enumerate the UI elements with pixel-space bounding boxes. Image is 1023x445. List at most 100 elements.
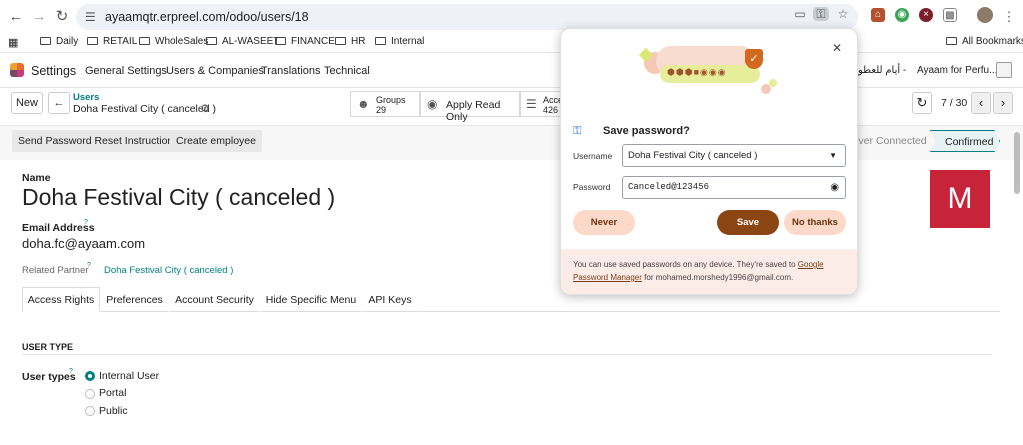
eye-hidden-icon[interactable]: ◉ xyxy=(830,177,839,198)
bookmark-folder[interactable]: FINANCE xyxy=(275,36,335,47)
save-button[interactable]: Save xyxy=(717,210,779,235)
folder-icon xyxy=(335,37,346,45)
forward-icon[interactable]: → xyxy=(29,7,49,27)
users-icon: ☻ xyxy=(357,97,370,111)
avatar[interactable]: M xyxy=(930,170,990,228)
related-partner-label: Related Partner xyxy=(22,265,89,276)
apps-grid-icon[interactable]: ▦ xyxy=(8,36,18,49)
user-types-help-icon[interactable]: ? xyxy=(69,368,73,375)
folder-icon xyxy=(87,37,98,45)
gear-icon[interactable]: ⚙ xyxy=(200,102,210,115)
refresh-button[interactable]: ↻ xyxy=(912,92,932,114)
shield-check-icon: ✓ xyxy=(745,49,763,69)
popup-illustration: ⬢⬢⬢■◉◉◉ ✓ xyxy=(561,29,857,109)
more-menu-icon[interactable]: ⋮ xyxy=(999,7,1019,27)
bookmark-folder[interactable]: HR xyxy=(335,36,365,47)
nav-technical[interactable]: Technical xyxy=(324,65,370,77)
tab-access-rights[interactable]: Access Rights xyxy=(22,287,100,312)
email-field[interactable]: doha.fc@ayaam.com xyxy=(22,236,145,251)
prev-record-button[interactable]: ‹ xyxy=(971,92,991,114)
popup-title: Save password? xyxy=(603,125,690,137)
password-field[interactable]: Canceled@123456 ◉ xyxy=(622,176,846,199)
tab-hide-specific-menu[interactable]: Hide Specific Menu xyxy=(260,287,362,312)
profile-avatar-icon[interactable] xyxy=(977,7,993,23)
status-confirmed[interactable]: Confirmed xyxy=(930,130,1000,152)
bookmark-folder[interactable]: Internal xyxy=(375,36,424,47)
back-arrow-button[interactable]: ← xyxy=(48,92,70,114)
odoo-main-navbar: Settings General Settings Users & Compan… xyxy=(0,54,1023,88)
extension-icon[interactable]: ⌂ xyxy=(871,8,885,22)
username-label: Username xyxy=(573,151,613,161)
reload-icon[interactable]: ↻ xyxy=(52,7,72,27)
settings-app-icon[interactable] xyxy=(10,63,24,77)
pager[interactable]: 7 / 30 xyxy=(941,97,967,109)
list-icon: ☰ xyxy=(526,97,537,111)
related-partner-help-icon[interactable]: ? xyxy=(87,262,91,269)
radio-portal[interactable] xyxy=(85,389,95,399)
all-bookmarks[interactable]: All Bookmarks xyxy=(946,36,1023,47)
scrollbar-thumb[interactable] xyxy=(1014,132,1020,194)
company-name-ar[interactable]: أيام للعطو - xyxy=(858,65,906,76)
extension-icon[interactable]: × xyxy=(919,8,933,22)
bookmark-folder[interactable]: AL-WASEET xyxy=(206,36,279,47)
new-button[interactable]: New xyxy=(11,92,43,114)
extensions-puzzle-icon[interactable]: ▩ xyxy=(943,8,957,22)
tabs-underline xyxy=(418,311,1000,312)
site-info-icon[interactable]: ☰ xyxy=(85,10,96,24)
company-logo[interactable] xyxy=(996,62,1012,78)
bookmark-folder[interactable]: RETAIL xyxy=(87,36,137,47)
nav-general-settings[interactable]: General Settings xyxy=(85,65,167,77)
bookmark-folder[interactable]: Daily xyxy=(40,36,78,47)
tab-account-security[interactable]: Account Security xyxy=(169,287,260,312)
radio-internal-user[interactable] xyxy=(85,371,95,381)
folder-icon xyxy=(275,37,286,45)
never-button[interactable]: Never xyxy=(573,210,635,235)
folder-icon xyxy=(375,37,386,45)
radio-label-internal-user: Internal User xyxy=(99,370,160,382)
tab-api-keys[interactable]: API Keys xyxy=(362,287,418,312)
breadcrumb-current: Doha Festival City ( canceled ) xyxy=(73,103,216,115)
nav-translations[interactable]: Translations xyxy=(261,65,321,77)
section-divider xyxy=(22,354,992,355)
password-key-icon[interactable]: ⚿ xyxy=(813,7,829,21)
popup-footer: You can use saved passwords on any devic… xyxy=(561,249,857,294)
dropdown-arrow-icon: ▼ xyxy=(829,151,837,160)
close-icon[interactable]: ✕ xyxy=(832,41,842,55)
name-label: Name xyxy=(22,172,51,184)
nav-users-companies[interactable]: Users & Companies xyxy=(166,65,264,77)
tab-preferences[interactable]: Preferences xyxy=(100,287,169,312)
folder-icon xyxy=(40,37,51,45)
next-record-button[interactable]: › xyxy=(993,92,1013,114)
breadcrumb-parent[interactable]: Users xyxy=(73,92,99,103)
company-name[interactable]: Ayaam for Perfu... xyxy=(917,65,997,76)
install-app-icon[interactable]: ▭ xyxy=(792,7,808,21)
create-employee-button[interactable]: Create employee xyxy=(170,130,262,152)
send-password-reset-button[interactable]: Send Password Reset Instructions xyxy=(12,130,185,152)
email-help-icon[interactable]: ? xyxy=(84,219,88,226)
save-password-popup: ⬢⬢⬢■◉◉◉ ✓ ✕ ⚿ Save password? Username Do… xyxy=(560,28,858,295)
back-icon[interactable]: ← xyxy=(6,7,26,27)
folder-icon xyxy=(946,37,957,45)
app-name[interactable]: Settings xyxy=(31,64,76,78)
section-user-type: USER TYPE xyxy=(22,342,74,352)
radio-label-portal: Portal xyxy=(99,387,127,399)
no-thanks-button[interactable]: No thanks xyxy=(784,210,846,235)
bookmark-folder[interactable]: WholeSales xyxy=(139,36,208,47)
related-partner-link[interactable]: Doha Festival City ( canceled ) xyxy=(104,265,233,276)
user-types-label: User types xyxy=(22,371,76,383)
radio-public[interactable] xyxy=(85,406,95,416)
bookmark-star-icon[interactable]: ☆ xyxy=(835,7,851,21)
extension-icon[interactable]: ◉ xyxy=(895,8,909,22)
groups-stat-button[interactable]: ☻ Groups 29 xyxy=(350,91,420,117)
address-bar[interactable]: ☰ ayaamqtr.erpreel.com/odoo/users/18 xyxy=(76,4,858,30)
radio-label-public: Public xyxy=(99,405,128,417)
password-manager-link[interactable]: Password Manager xyxy=(573,273,642,282)
control-panel: New ← Users Doha Festival City ( cancele… xyxy=(0,88,1023,126)
username-dropdown[interactable]: Doha Festival City ( canceled ) ▼ xyxy=(622,144,846,167)
access-stat-button[interactable]: ☰ Acce 426 xyxy=(520,91,563,117)
google-link[interactable]: Google xyxy=(798,260,824,269)
key-icon: ⚿ xyxy=(573,125,582,137)
apply-read-only-button[interactable]: ◉ Apply Read Only xyxy=(420,91,520,123)
user-name-field[interactable]: Doha Festival City ( canceled ) xyxy=(22,184,335,211)
bookmarks-bar: ▦ Daily RETAIL WholeSales AL-WASEET FINA… xyxy=(0,33,1023,53)
